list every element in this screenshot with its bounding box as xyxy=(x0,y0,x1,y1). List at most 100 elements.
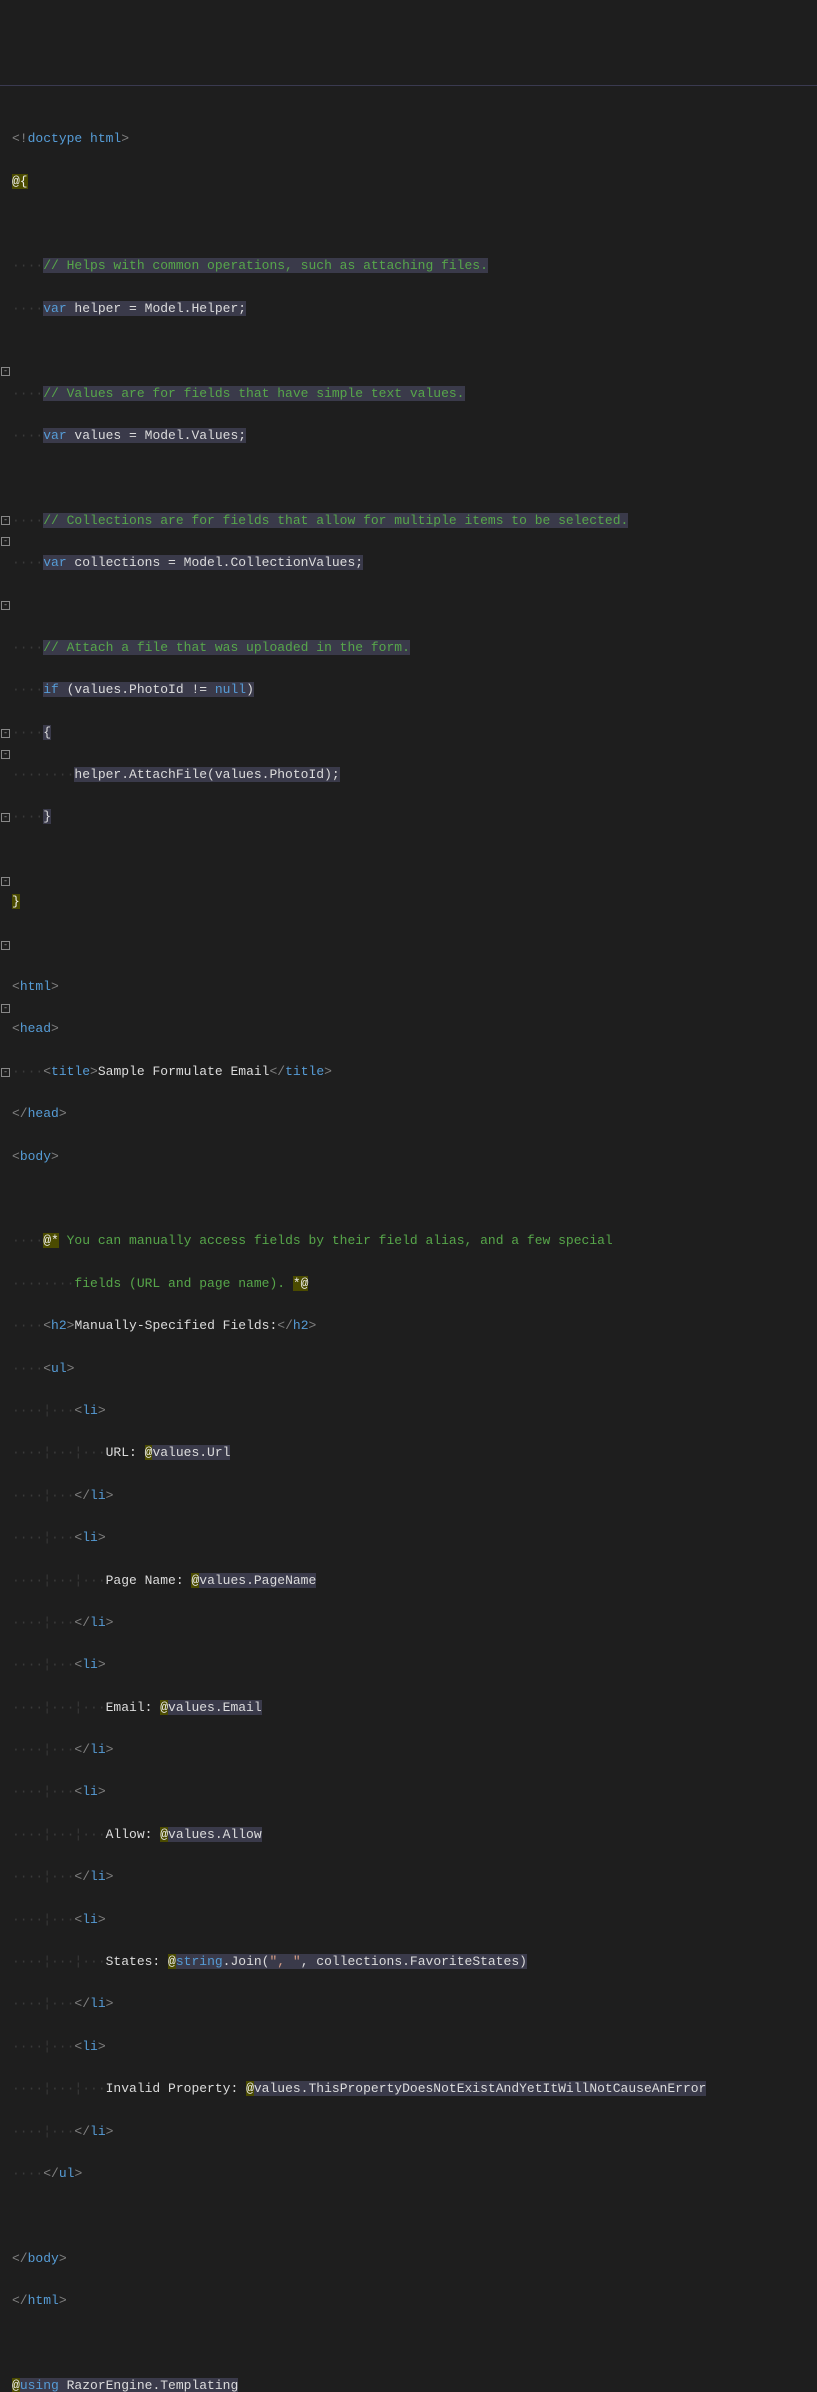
at-symbol: @ xyxy=(246,2081,254,2096)
code-line[interactable]: ····@* You can manually access fields by… xyxy=(12,1230,817,1251)
code-line[interactable]: ····¦···<li> xyxy=(12,1527,817,1548)
tag: li xyxy=(82,1530,98,1545)
at-symbol: @ xyxy=(145,1445,153,1460)
code-line[interactable] xyxy=(12,1188,817,1209)
fold-toggle[interactable]: - xyxy=(1,1004,10,1013)
code-line[interactable]: ····¦···¦···URL: @values.Url xyxy=(12,1442,817,1463)
code-line[interactable]: } xyxy=(12,891,817,912)
code-line[interactable]: ····var collections = Model.CollectionVa… xyxy=(12,552,817,573)
code-line[interactable] xyxy=(12,340,817,361)
code-line[interactable]: ········fields (URL and page name). *@ xyxy=(12,1273,817,1294)
code-line[interactable]: ····¦···</li> xyxy=(12,1866,817,1887)
razor-expr: values.PageName xyxy=(199,1573,316,1588)
code-line[interactable]: ····¦···</li> xyxy=(12,1739,817,1760)
code-line[interactable]: ····// Collections are for fields that a… xyxy=(12,510,817,531)
razor-comment-open: @* xyxy=(43,1233,59,1248)
tag: head xyxy=(28,1106,59,1121)
code-line[interactable]: <head> xyxy=(12,1018,817,1039)
at-symbol: @ xyxy=(191,1573,199,1588)
keyword: doctype xyxy=(28,131,83,146)
code-line[interactable]: </head> xyxy=(12,1103,817,1124)
code-line[interactable] xyxy=(12,595,817,616)
code-text: .Join( xyxy=(223,1954,270,1969)
code-line[interactable]: ····¦···</li> xyxy=(12,1485,817,1506)
razor-expr: values.Url xyxy=(152,1445,230,1460)
code-line[interactable]: </html> xyxy=(12,2290,817,2311)
punct: > xyxy=(121,131,129,146)
code-line[interactable]: ····¦···</li> xyxy=(12,1993,817,2014)
code-line[interactable]: ····var values = Model.Values; xyxy=(12,425,817,446)
keyword: null xyxy=(215,682,246,697)
razor-expr: values.Allow xyxy=(168,1827,262,1842)
code-line[interactable]: ····</ul> xyxy=(12,2163,817,2184)
code-line[interactable] xyxy=(12,2205,817,2226)
code-line[interactable]: ····<h2>Manually-Specified Fields:</h2> xyxy=(12,1315,817,1336)
code-line[interactable]: ····¦···<li> xyxy=(12,1909,817,1930)
fold-toggle[interactable]: - xyxy=(1,813,10,822)
tag: li xyxy=(90,1742,106,1757)
code-line[interactable]: ····// Helps with common operations, suc… xyxy=(12,255,817,276)
code-line[interactable]: ····¦···</li> xyxy=(12,1612,817,1633)
code-line[interactable]: ····if (values.PhotoId != null) xyxy=(12,679,817,700)
tag: li xyxy=(82,1784,98,1799)
razor-comment-close: *@ xyxy=(293,1276,309,1291)
code-line[interactable] xyxy=(12,467,817,488)
code-line[interactable]: ····// Values are for fields that have s… xyxy=(12,383,817,404)
code-line[interactable]: <!doctype html> xyxy=(12,128,817,149)
comment: // Collections are for fields that allow… xyxy=(43,513,628,528)
code-line[interactable]: ····<ul> xyxy=(12,1358,817,1379)
tag: li xyxy=(82,2039,98,2054)
code-line[interactable]: </body> xyxy=(12,2248,817,2269)
code-line[interactable]: ····¦···</li> xyxy=(12,2121,817,2142)
code-line[interactable]: ········helper.AttachFile(values.PhotoId… xyxy=(12,764,817,785)
tag: li xyxy=(90,2124,106,2139)
code-line[interactable]: ····¦···<li> xyxy=(12,1781,817,1802)
code-line[interactable] xyxy=(12,849,817,870)
brace: { xyxy=(43,725,51,740)
code-editor[interactable]: - - - - - - - - - - - <!doctype html> @{… xyxy=(0,85,817,2392)
code-line[interactable]: ····<title>Sample Formulate Email</title… xyxy=(12,1061,817,1082)
code-line[interactable]: <body> xyxy=(12,1146,817,1167)
fold-toggle[interactable]: - xyxy=(1,516,10,525)
code-line[interactable] xyxy=(12,2333,817,2354)
code-line[interactable] xyxy=(12,934,817,955)
fold-toggle[interactable]: - xyxy=(1,877,10,886)
code-line[interactable]: ····{ xyxy=(12,722,817,743)
fold-toggle[interactable]: - xyxy=(1,941,10,950)
razor-block-close: } xyxy=(12,894,20,909)
fold-toggle[interactable]: - xyxy=(1,750,10,759)
code-line[interactable]: ····¦···<li> xyxy=(12,1654,817,1675)
code-line[interactable]: ····// Attach a file that was uploaded i… xyxy=(12,637,817,658)
fold-toggle[interactable]: - xyxy=(1,537,10,546)
fold-toggle[interactable]: - xyxy=(1,367,10,376)
tag: li xyxy=(82,1403,98,1418)
label: Page Name: xyxy=(106,1573,192,1588)
fold-toggle[interactable]: - xyxy=(1,1068,10,1077)
code-line[interactable]: ····¦···¦···Allow: @values.Allow xyxy=(12,1824,817,1845)
code-line[interactable]: <html> xyxy=(12,976,817,997)
code-line[interactable]: ····¦···¦···States: @string.Join(", ", c… xyxy=(12,1951,817,1972)
tag: h2 xyxy=(293,1318,309,1333)
code-line[interactable]: ····¦···¦···Invalid Property: @values.Th… xyxy=(12,2078,817,2099)
code-line[interactable]: ····¦···<li> xyxy=(12,2036,817,2057)
keyword: var xyxy=(43,555,66,570)
code-line[interactable]: @{ xyxy=(12,171,817,192)
code-text: ) xyxy=(246,682,254,697)
tag: ul xyxy=(51,1361,67,1376)
label: URL: xyxy=(106,1445,145,1460)
tag: html xyxy=(20,979,51,994)
code-line[interactable]: ····var helper = Model.Helper; xyxy=(12,298,817,319)
code-line[interactable]: ····¦···¦···Page Name: @values.PageName xyxy=(12,1570,817,1591)
tag: li xyxy=(90,1615,106,1630)
at-symbol: @ xyxy=(12,2378,20,2392)
fold-toggle[interactable]: - xyxy=(1,601,10,610)
code-line[interactable]: ····¦···¦···Email: @values.Email xyxy=(12,1697,817,1718)
comment: // Attach a file that was uploaded in th… xyxy=(43,640,410,655)
code-line[interactable]: ····¦···<li> xyxy=(12,1400,817,1421)
code-line[interactable]: @using RazorEngine.Templating xyxy=(12,2375,817,2392)
code-line[interactable] xyxy=(12,213,817,234)
at-symbol: @ xyxy=(168,1954,176,1969)
keyword: string xyxy=(176,1954,223,1969)
code-line[interactable]: ····} xyxy=(12,806,817,827)
fold-toggle[interactable]: - xyxy=(1,729,10,738)
